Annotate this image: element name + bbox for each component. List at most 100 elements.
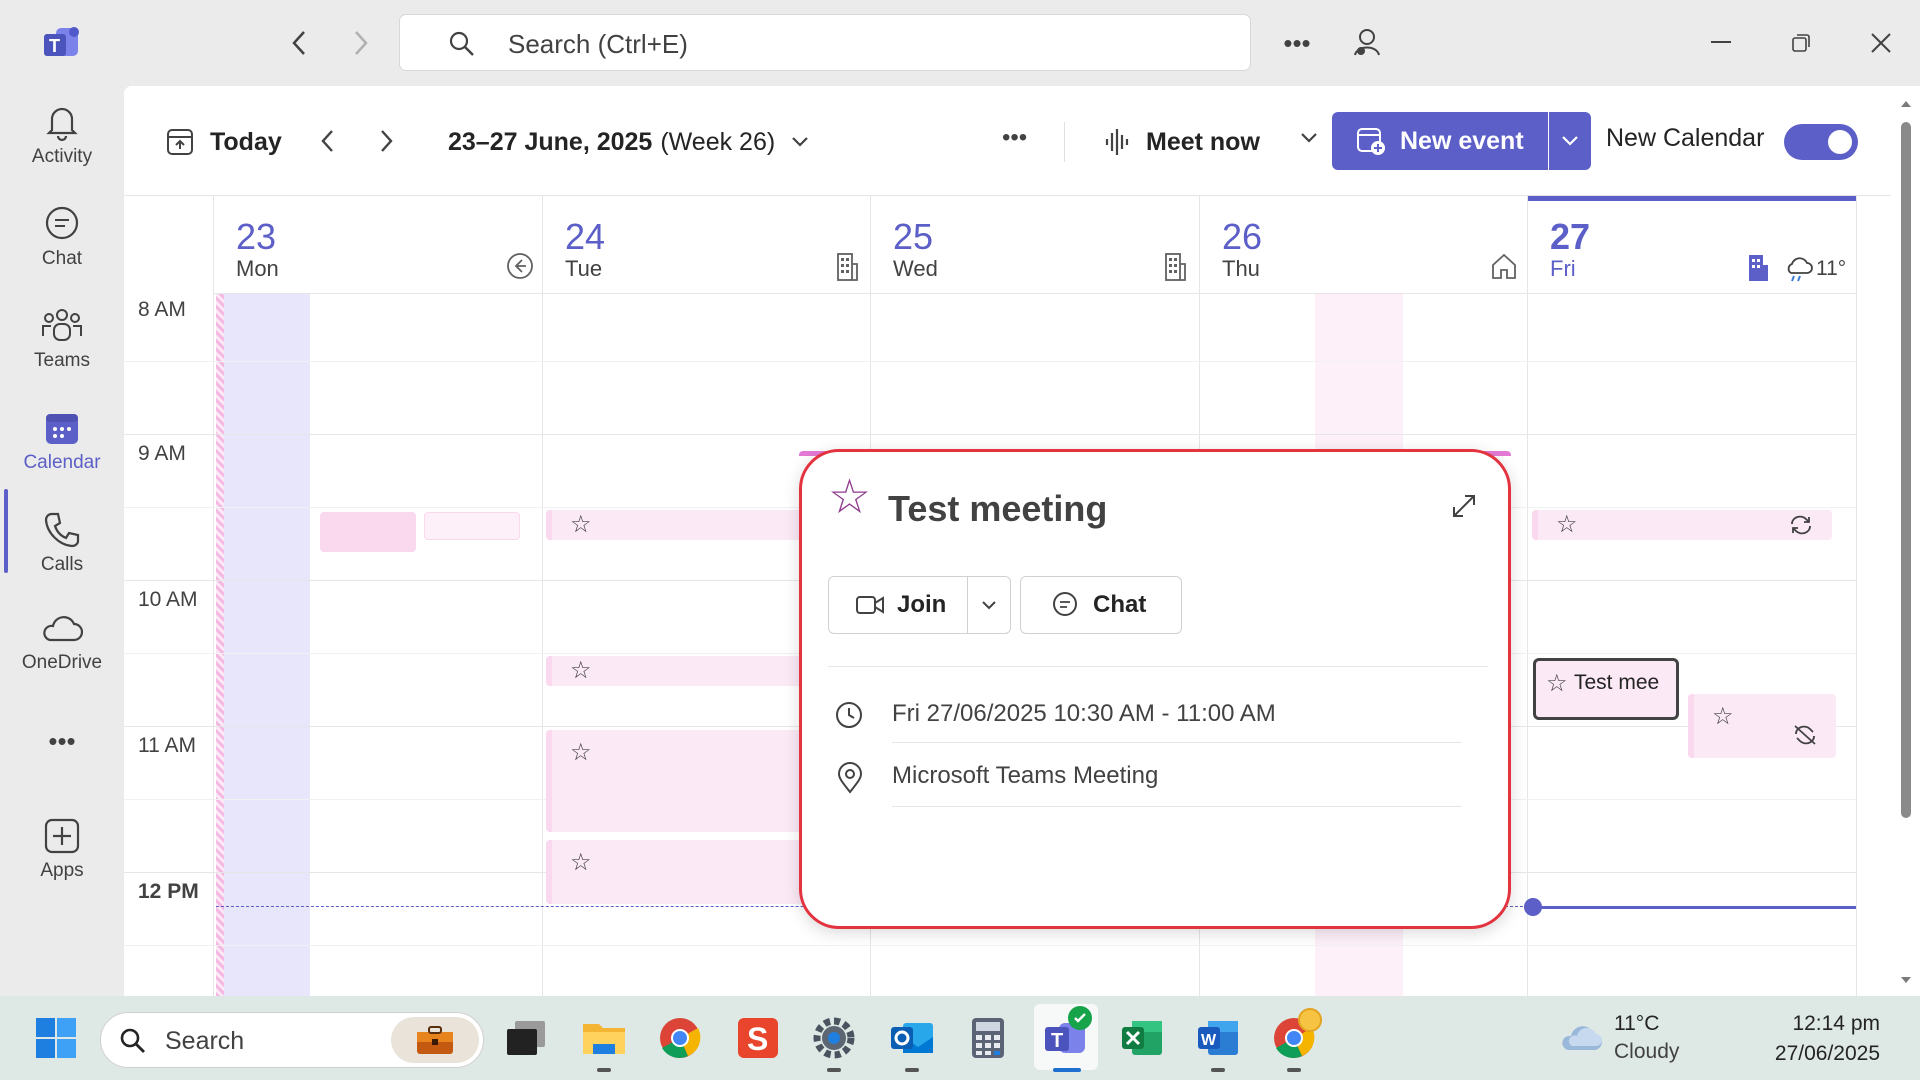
rail-item-teams[interactable]: Teams [0,306,124,402]
rail-item-activity[interactable]: Activity [0,102,124,198]
prev-week-chevron-icon[interactable] [320,126,350,156]
running-indicator [1211,1068,1225,1072]
calendar-event[interactable] [320,512,416,552]
taskbar-weather[interactable]: 11°C Cloudy [1554,1008,1694,1070]
rail-item-calendar[interactable]: Calendar [0,408,124,504]
rail-item-calls[interactable]: Calls [0,510,124,606]
chat-icon [45,206,79,240]
event-location: Microsoft Teams Meeting [892,762,1159,789]
chrome-icon[interactable] [654,1012,706,1064]
task-view-icon[interactable] [500,1012,552,1064]
calendar-event[interactable]: ☆ [546,656,806,686]
scroll-down-icon[interactable] [1900,976,1912,984]
search-icon [120,1028,145,1053]
recurring-icon [1791,515,1811,535]
svg-text:S: S [747,1021,768,1057]
outlook-icon[interactable] [886,1012,938,1064]
clock-icon [836,702,862,728]
location-pin-icon [837,762,863,794]
restore-icon[interactable] [1786,28,1816,58]
calendar-event[interactable]: ☆ [546,840,806,904]
svg-text:T: T [49,36,60,56]
close-icon[interactable] [1866,28,1896,58]
star-icon: ☆ [570,657,592,684]
more-options-icon[interactable]: ••• [1282,28,1312,58]
scroll-up-icon[interactable] [1900,100,1912,108]
minimize-icon[interactable] [1706,28,1736,58]
calendar-event[interactable]: ☆ [546,510,806,540]
toolbar-more-icon[interactable]: ••• [1002,124,1027,152]
chat-button[interactable]: Chat [1020,576,1182,634]
rail-more-apps[interactable]: ••• [0,726,124,766]
taskbar-clock[interactable]: 12:14 pm 27/06/2025 [1740,1008,1880,1070]
day-header-tue[interactable]: 24 Tue [543,196,871,294]
day-number: 24 [565,216,606,257]
toolbar-divider [1064,122,1065,162]
rail-label: Teams [34,350,90,371]
running-indicator-active [1053,1068,1081,1072]
back-arrow-icon[interactable] [284,28,314,58]
popup-divider [828,666,1488,667]
week-number: (Week 26) [660,127,776,156]
building-icon [1749,255,1768,281]
s-app-icon[interactable]: S [732,1012,784,1064]
day-header-thu[interactable]: 26 Thu [1200,196,1528,294]
calendar-event[interactable]: ☆ [1532,510,1832,540]
taskbar-search-label: Search [165,1027,245,1055]
meet-now-button[interactable]: Meet now [1104,122,1260,162]
join-button[interactable]: Join [828,576,968,634]
global-search-input[interactable]: Search (Ctrl+E) [399,14,1251,71]
new-event-label: New event [1400,126,1524,155]
day-header-wed[interactable]: 25 Wed [871,196,1199,294]
rail-label: OneDrive [21,652,103,673]
day-header-mon[interactable]: 23 Mon [214,196,542,294]
calendar-event[interactable] [424,512,520,540]
current-time-line-today [1538,906,1856,909]
rail-item-onedrive[interactable]: OneDrive [0,608,124,704]
start-windows-icon[interactable] [30,1012,82,1064]
vertical-scrollbar[interactable] [1891,86,1920,996]
fri-weather-temp: 11° [1816,257,1847,280]
weather-rain-icon [1787,257,1813,282]
rail-label: Chat [41,248,83,269]
file-explorer-icon[interactable] [578,1012,630,1064]
date-range: 23–27 June, 2025 [448,127,653,156]
word-icon[interactable]: W [1192,1012,1244,1064]
scrollbar-thumb[interactable] [1901,122,1911,818]
new-calendar-toggle[interactable] [1784,124,1858,160]
running-indicator [597,1068,611,1072]
new-event-button[interactable]: New event [1332,112,1548,170]
video-camera-icon [856,596,884,614]
excel-icon[interactable] [1116,1012,1168,1064]
taskbar-search[interactable]: Search [100,1012,484,1068]
account-icon[interactable] [1350,26,1384,60]
home-icon [1492,253,1516,279]
time-label: 8 AM [138,298,186,321]
app-rail: Activity Chat Teams Calendar Calls OneDr… [0,86,124,996]
date-range-picker[interactable]: 23–27 June, 2025 (Week 26) [448,122,809,162]
event-details-popup: ☆ Test meeting Join Chat Fri 27/06/2025 … [799,449,1511,929]
cloudy-weather-icon [1562,1026,1602,1050]
building-icon [1165,253,1186,281]
day-column-fri[interactable] [1527,196,1856,996]
rail-item-apps[interactable]: Apps [0,816,124,912]
calendar-toolbar: Today 23–27 June, 2025 (Week 26) ••• Mee… [124,86,1891,196]
time-label: 9 AM [138,442,186,465]
meet-now-label: Meet now [1146,127,1260,156]
calendar-event[interactable]: ☆ [546,730,806,832]
calculator-icon[interactable] [962,1012,1014,1064]
selected-event[interactable]: ☆ Test mee [1533,658,1679,720]
day-number: 23 [236,216,277,257]
star-icon: ☆ [1556,511,1578,538]
next-week-chevron-icon[interactable] [380,126,410,156]
day-header-fri[interactable]: 27 Fri 11° [1528,196,1856,294]
forward-arrow-icon[interactable] [346,28,376,58]
settings-gear-icon[interactable] [808,1012,860,1064]
join-options-dropdown[interactable] [967,576,1011,634]
meet-now-chevron-icon[interactable] [1300,132,1318,144]
calendar-event[interactable]: ☆ [1688,694,1836,758]
today-button[interactable]: Today [166,122,282,162]
expand-icon[interactable] [1450,492,1478,520]
new-event-dropdown[interactable] [1549,112,1591,170]
rail-item-chat[interactable]: Chat [0,204,124,300]
